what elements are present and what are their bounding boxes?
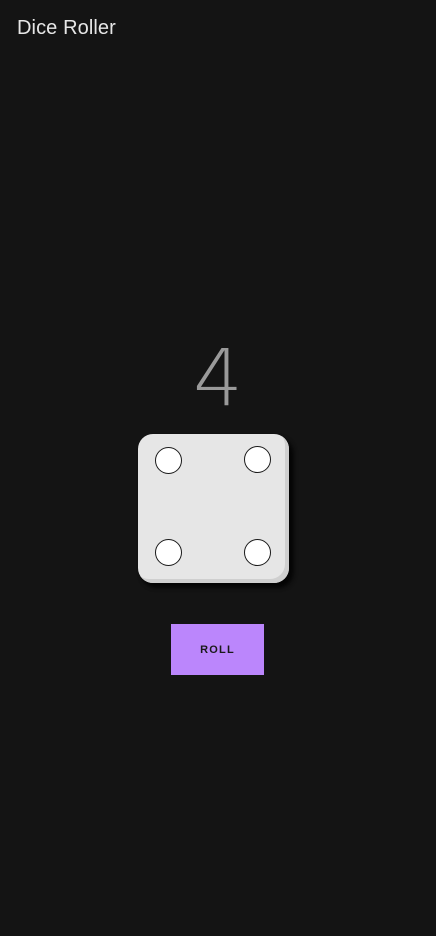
dice-pip	[244, 539, 271, 566]
roll-button[interactable]: ROLL	[171, 624, 264, 675]
app-screen: Dice Roller 4 ROLL	[0, 0, 436, 936]
roll-result-text: 4	[193, 334, 243, 424]
dice-pip	[244, 446, 271, 473]
app-title: Dice Roller	[17, 17, 116, 39]
dice-image	[138, 434, 289, 583]
app-bar: Dice Roller	[0, 0, 436, 60]
dice-pip	[155, 539, 182, 566]
dice-pip	[155, 447, 182, 474]
